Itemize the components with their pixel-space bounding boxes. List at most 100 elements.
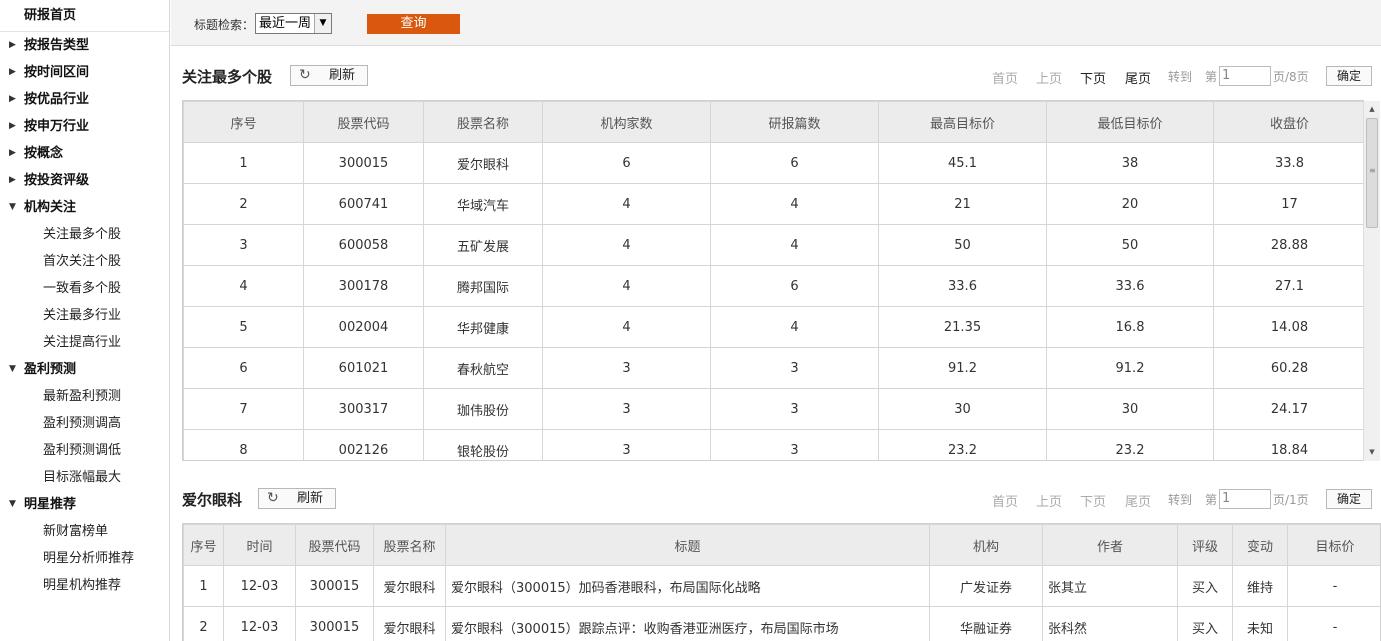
pager-next[interactable]: 下页 (1080, 68, 1106, 87)
table-cell: 30 (1046, 388, 1214, 430)
table-row[interactable]: 8 002126 银轮股份 3 3 23.2 23.2 18.84 (183, 429, 1364, 460)
table-row[interactable]: 1 300015 爱尔眼科 6 6 45.1 38 33.8 (183, 142, 1364, 184)
table-cell: 爱尔眼科 (373, 565, 446, 607)
table-cell: 600058 (303, 224, 424, 266)
sidebar-item[interactable]: 一致看多个股 (0, 275, 169, 302)
chevron-down-icon[interactable]: ▼ (314, 14, 331, 33)
column-header[interactable]: 股票代码 (303, 101, 424, 143)
pager-goto-label: 转到 (1168, 493, 1193, 507)
pager-confirm-button[interactable]: 确定 (1326, 489, 1372, 509)
column-header[interactable]: 最高目标价 (878, 101, 1047, 143)
column-header[interactable]: 股票名称 (373, 524, 446, 566)
sidebar-category[interactable]: ▶ 按报告类型 (0, 32, 169, 59)
pager-first[interactable]: 首页 (992, 68, 1018, 87)
section1-refresh-button[interactable]: ↻ 刷新 (290, 65, 368, 86)
period-select[interactable]: 最近一周 ▼ (255, 13, 332, 34)
table-row[interactable]: 3 600058 五矿发展 4 4 50 50 28.88 (183, 224, 1364, 266)
table-cell: 2 (183, 606, 224, 641)
column-header[interactable]: 股票名称 (423, 101, 543, 143)
column-header[interactable]: 最低目标价 (1046, 101, 1214, 143)
scroll-up-icon[interactable]: ▲ (1364, 101, 1380, 118)
sidebar-item[interactable]: 关注最多个股 (0, 221, 169, 248)
table-cell: 21 (878, 183, 1047, 225)
table-row[interactable]: 1 12-03 300015 爱尔眼科 爱尔眼科（300015）加码香港眼科，布局国际化… (183, 565, 1380, 607)
sidebar-category[interactable]: ▶ 按时间区间 (0, 59, 169, 86)
sidebar-category-label: 按概念 (24, 146, 64, 161)
column-header[interactable]: 标题 (445, 524, 930, 566)
table-cell: 33.6 (1046, 265, 1214, 307)
table-cell: - (1287, 565, 1380, 607)
sidebar-item[interactable]: 目标涨幅最大 (0, 464, 169, 491)
table-cell: 6 (710, 265, 879, 307)
scrollbar-thumb[interactable]: ≡ (1366, 118, 1378, 228)
search-bar: 标题检索： 最近一周 ▼ 查询 (171, 0, 1381, 46)
pager-last[interactable]: 尾页 (1125, 491, 1151, 510)
sidebar-category[interactable]: ▶ 按概念 (0, 140, 169, 167)
sidebar-home[interactable]: 研报首页 (0, 0, 169, 32)
pager-prev[interactable]: 上页 (1036, 491, 1062, 510)
table-cell: 91.2 (1046, 347, 1214, 389)
caret-right-icon: ▶ (9, 94, 16, 104)
pager-first[interactable]: 首页 (992, 491, 1018, 510)
sidebar-item[interactable]: 关注提高行业 (0, 329, 169, 356)
table-cell: 爱尔眼科（300015）跟踪点评：收购香港亚洲医疗，布局国际市场 (445, 606, 930, 641)
sidebar-category[interactable]: ▼ 盈利预测 (0, 356, 169, 383)
page-number-input[interactable]: 1 (1219, 489, 1271, 509)
table-cell: 6 (710, 142, 879, 184)
table-row[interactable]: 5 002004 华邦健康 4 4 21.35 16.8 14.08 (183, 306, 1364, 348)
table-cell: 002004 (303, 306, 424, 348)
column-header[interactable]: 变动 (1232, 524, 1288, 566)
table-cell: 4 (542, 306, 711, 348)
column-header[interactable]: 评级 (1177, 524, 1233, 566)
table-cell: 300015 (295, 565, 374, 607)
table-cell: 买入 (1177, 565, 1233, 607)
table-cell: 91.2 (878, 347, 1047, 389)
table-cell: 爱尔眼科 (423, 142, 543, 184)
table-row[interactable]: 2 12-03 300015 爱尔眼科 爱尔眼科（300015）跟踪点评：收购香港亚洲医… (183, 606, 1380, 641)
sidebar-item[interactable]: 盈利预测调高 (0, 410, 169, 437)
sidebar-item[interactable]: 新财富榜单 (0, 518, 169, 545)
caret-down-icon: ▼ (9, 499, 16, 509)
sidebar-category-label: 按优品行业 (24, 92, 90, 107)
sidebar-item[interactable]: 首次关注个股 (0, 248, 169, 275)
table-row[interactable]: 7 300317 珈伟股份 3 3 30 30 24.17 (183, 388, 1364, 430)
pager-confirm-button[interactable]: 确定 (1326, 66, 1372, 86)
pager-prev[interactable]: 上页 (1036, 68, 1062, 87)
page-number-input[interactable]: 1 (1219, 66, 1271, 86)
table-row[interactable]: 6 601021 春秋航空 3 3 91.2 91.2 60.28 (183, 347, 1364, 389)
refresh-label: 刷新 (328, 68, 355, 83)
column-header[interactable]: 机构 (929, 524, 1043, 566)
column-header[interactable]: 序号 (183, 524, 224, 566)
table-cell: 未知 (1232, 606, 1288, 641)
table-cell: 爱尔眼科（300015）加码香港眼科，布局国际化战略 (445, 565, 930, 607)
query-button[interactable]: 查询 (367, 14, 460, 34)
table-scrollbar[interactable]: ▲ ≡ ▼ (1363, 101, 1380, 461)
sidebar-category[interactable]: ▶ 按申万行业 (0, 113, 169, 140)
column-header[interactable]: 序号 (183, 101, 304, 143)
table-cell: 60.28 (1213, 347, 1364, 389)
sidebar-item[interactable]: 明星分析师推荐 (0, 545, 169, 572)
table-row[interactable]: 4 300178 腾邦国际 4 6 33.6 33.6 27.1 (183, 265, 1364, 307)
sidebar-category[interactable]: ▼ 明星推荐 (0, 491, 169, 518)
column-header[interactable]: 股票代码 (295, 524, 374, 566)
scroll-down-icon[interactable]: ▼ (1364, 444, 1380, 461)
column-header[interactable]: 机构家数 (542, 101, 711, 143)
sidebar-item[interactable]: 盈利预测调低 (0, 437, 169, 464)
table-row[interactable]: 2 600741 华域汽车 4 4 21 20 17 (183, 183, 1364, 225)
column-header[interactable]: 目标价 (1287, 524, 1380, 566)
pager-next[interactable]: 下页 (1080, 491, 1106, 510)
sidebar-item[interactable]: 最新盈利预测 (0, 383, 169, 410)
sidebar-item[interactable]: 关注最多行业 (0, 302, 169, 329)
column-header[interactable]: 时间 (223, 524, 296, 566)
sidebar-category[interactable]: ▶ 按投资评级 (0, 167, 169, 194)
sidebar-category[interactable]: ▶ 按优品行业 (0, 86, 169, 113)
section2-pager: 首页 上页 下页 尾页 转到 第 1 页/1页 确定 (992, 489, 1374, 511)
section2-refresh-button[interactable]: ↻ 刷新 (258, 488, 336, 509)
column-header[interactable]: 作者 (1042, 524, 1178, 566)
sidebar-item[interactable]: 明星机构推荐 (0, 572, 169, 599)
column-header[interactable]: 研报篇数 (710, 101, 879, 143)
table-cell: 3 (710, 347, 879, 389)
pager-last[interactable]: 尾页 (1125, 68, 1151, 87)
column-header[interactable]: 收盘价 (1213, 101, 1364, 143)
sidebar-category[interactable]: ▼ 机构关注 (0, 194, 169, 221)
